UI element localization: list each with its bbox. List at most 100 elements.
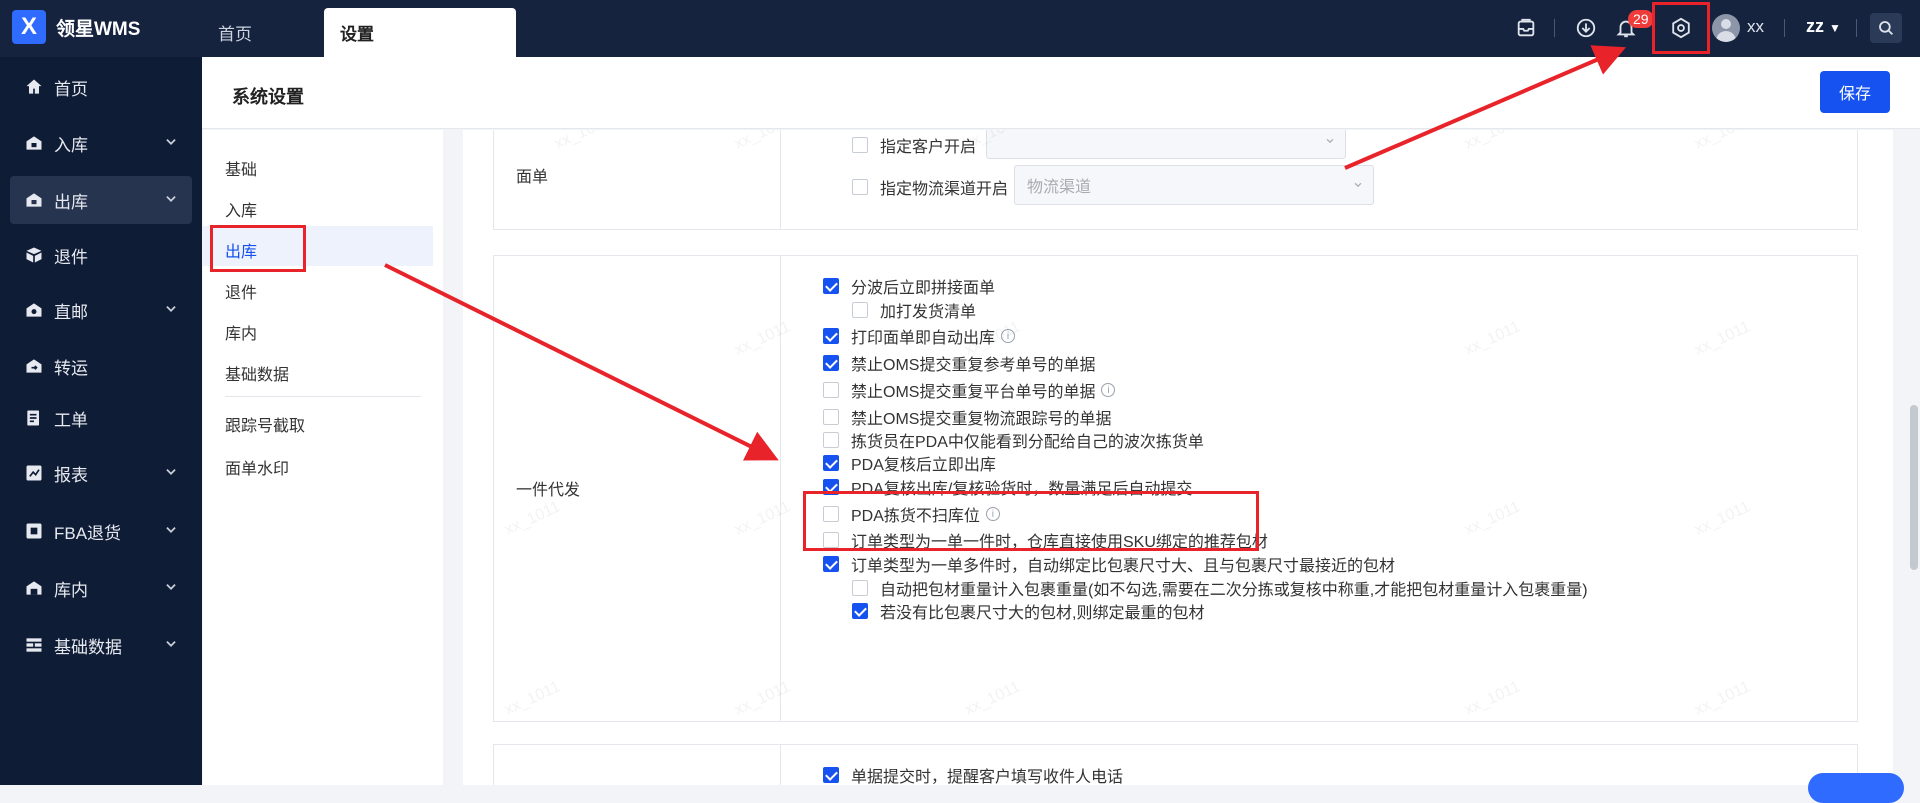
org-name: zz	[1806, 16, 1824, 36]
section-label	[494, 745, 781, 785]
checkbox[interactable]	[823, 278, 839, 294]
base-data-icon	[24, 635, 44, 655]
logo-mark: X	[12, 10, 46, 44]
info-icon[interactable]: i	[1001, 329, 1016, 343]
option-pda-no-location-scan[interactable]: PDA拣货不扫库位 i	[823, 502, 1000, 526]
settings-icon[interactable]	[1667, 14, 1695, 42]
sidebar-item-fba-returns[interactable]: FBA退货	[10, 507, 192, 555]
option-auto-outbound-on-print[interactable]: 打印面单即自动出库 i	[823, 324, 1016, 348]
option-remind-phone[interactable]: 单据提交时，提醒客户填写收件人电话	[823, 763, 1123, 785]
option-add-packaging-weight[interactable]: 自动把包材重量计入包裹重量(如不勾选,需要在二次分拣或复核中称重,才能把包材重量…	[852, 576, 1588, 600]
home-icon	[24, 77, 44, 97]
avatar[interactable]	[1712, 14, 1740, 42]
option-bind-heaviest-packaging[interactable]: 若没有比包裹尺寸大的包材,则绑定最重的包材	[852, 599, 1204, 623]
info-icon[interactable]: i	[1101, 383, 1116, 397]
checkbox[interactable]	[823, 479, 839, 495]
floating-action-button[interactable]	[1808, 773, 1904, 803]
option-picker-own-waves-only[interactable]: 拣货员在PDA中仅能看到分配给自己的波次拣货单	[823, 428, 1204, 452]
customer-select[interactable]	[986, 130, 1346, 159]
checkbox[interactable]	[823, 506, 839, 522]
search-icon[interactable]	[1870, 13, 1902, 43]
option-block-dup-tracking-no[interactable]: 禁止OMS提交重复物流跟踪号的单据	[823, 405, 1111, 429]
chevron-down-icon	[166, 527, 176, 533]
sidebar-item-label: 库内	[54, 580, 88, 600]
option-specified-channel[interactable]: 指定物流渠道开启	[852, 175, 1008, 199]
app-logo[interactable]: X 领星WMS	[12, 10, 140, 44]
chevron-down-icon	[166, 196, 176, 202]
settings-panel: 面单 指定客户开启 指定物流渠道开启 物流渠道 一件代发 分波后立即拼接面单 加…	[463, 130, 1893, 785]
subnav-item-returns[interactable]: 退件	[225, 279, 257, 303]
checkbox[interactable]	[823, 767, 839, 783]
sidebar-item-returns[interactable]: 退件	[10, 231, 192, 279]
checkbox[interactable]	[823, 455, 839, 471]
option-multi-item-auto-packaging[interactable]: 订单类型为一单多件时，自动绑定比包裹尺寸大、且与包裹尺寸最接近的包材	[823, 552, 1395, 576]
option-merge-label-after-wave[interactable]: 分波后立即拼接面单	[823, 274, 995, 298]
app-name: 领星WMS	[56, 18, 141, 40]
checkbox[interactable]	[823, 328, 839, 344]
subnav-item-base-data[interactable]: 基础数据	[225, 361, 289, 385]
sidebar-item-label: 出库	[54, 192, 88, 212]
chevron-down-icon	[166, 641, 176, 647]
tab-home[interactable]: 首页	[202, 8, 322, 57]
subnav-item-tracking-truncate[interactable]: 跟踪号截取	[225, 412, 305, 436]
download-icon[interactable]	[1572, 14, 1600, 42]
org-switcher[interactable]: zz ▼	[1806, 16, 1841, 37]
scrollbar[interactable]	[1908, 130, 1920, 785]
option-pda-auto-submit[interactable]: PDA复核出库/复核验货时，数量满足后自动提交	[823, 475, 1192, 499]
work-order-icon	[24, 408, 44, 428]
checkbox[interactable]	[852, 179, 868, 195]
scrollbar-thumb[interactable]	[1910, 405, 1918, 570]
section-label: 面单	[494, 130, 781, 229]
subnav-item-outbound[interactable]: 出库	[225, 238, 257, 262]
subnav-item-in-warehouse[interactable]: 库内	[225, 320, 257, 344]
chevron-down-icon	[166, 306, 176, 312]
sidebar-item-transfer[interactable]: 转运	[10, 342, 192, 390]
section-label: 一件代发	[494, 256, 781, 721]
checkbox[interactable]	[852, 580, 868, 596]
sidebar-item-home[interactable]: 首页	[10, 63, 192, 111]
sidebar-item-outbound[interactable]: 出库	[10, 176, 192, 224]
inbound-icon	[24, 133, 44, 153]
sidebar-item-label: 直邮	[54, 302, 88, 322]
checkbox[interactable]	[823, 355, 839, 371]
page-title: 系统设置	[232, 87, 304, 107]
user-name[interactable]: xx	[1747, 17, 1764, 37]
sidebar-item-inbound[interactable]: 入库	[10, 119, 192, 167]
subnav-item-basic[interactable]: 基础	[225, 156, 257, 180]
channel-select[interactable]: 物流渠道	[1014, 165, 1374, 205]
warehouse-icon	[24, 578, 44, 598]
option-block-dup-platform-no[interactable]: 禁止OMS提交重复平台单号的单据 i	[823, 378, 1116, 402]
checkbox[interactable]	[852, 302, 868, 318]
chevron-down-icon	[166, 139, 176, 145]
transfer-icon	[24, 356, 44, 376]
checkbox[interactable]	[823, 556, 839, 572]
checkbox[interactable]	[852, 603, 868, 619]
sidebar-item-base-data[interactable]: 基础数据	[10, 621, 192, 669]
sidebar-item-in-warehouse[interactable]: 库内	[10, 564, 192, 612]
checkbox[interactable]	[823, 532, 839, 548]
option-block-dup-ref-no[interactable]: 禁止OMS提交重复参考单号的单据	[823, 351, 1095, 375]
subnav-item-inbound[interactable]: 入库	[225, 197, 257, 221]
report-icon	[24, 463, 44, 483]
save-button[interactable]: 保存	[1820, 71, 1890, 113]
option-print-packing-list[interactable]: 加打发货清单	[852, 298, 976, 322]
option-single-item-sku-packaging[interactable]: 订单类型为一单一件时，仓库直接使用SKU绑定的推荐包材	[823, 528, 1268, 552]
subnav-item-label-watermark[interactable]: 面单水印	[225, 455, 289, 479]
sidebar-item-label: 入库	[54, 135, 88, 155]
top-divider	[1856, 19, 1857, 37]
checkbox[interactable]	[852, 137, 868, 153]
checkbox[interactable]	[823, 409, 839, 425]
sidebar-item-reports[interactable]: 报表	[10, 449, 192, 497]
top-divider	[1784, 19, 1785, 37]
info-icon[interactable]: i	[985, 507, 1000, 521]
option-pda-outbound-after-review[interactable]: PDA复核后立即出库	[823, 451, 996, 475]
sidebar-item-label: 转运	[54, 358, 88, 378]
sidebar-item-direct-mail[interactable]: 直邮	[10, 286, 192, 334]
tab-settings[interactable]: 设置	[324, 8, 516, 57]
sidebar-item-work-order[interactable]: 工单	[10, 394, 192, 442]
checkbox[interactable]	[823, 382, 839, 398]
sidebar-item-label: 首页	[54, 79, 88, 99]
option-specified-customer[interactable]: 指定客户开启	[852, 133, 976, 157]
checkbox[interactable]	[823, 432, 839, 448]
inbox-icon[interactable]	[1512, 14, 1540, 42]
